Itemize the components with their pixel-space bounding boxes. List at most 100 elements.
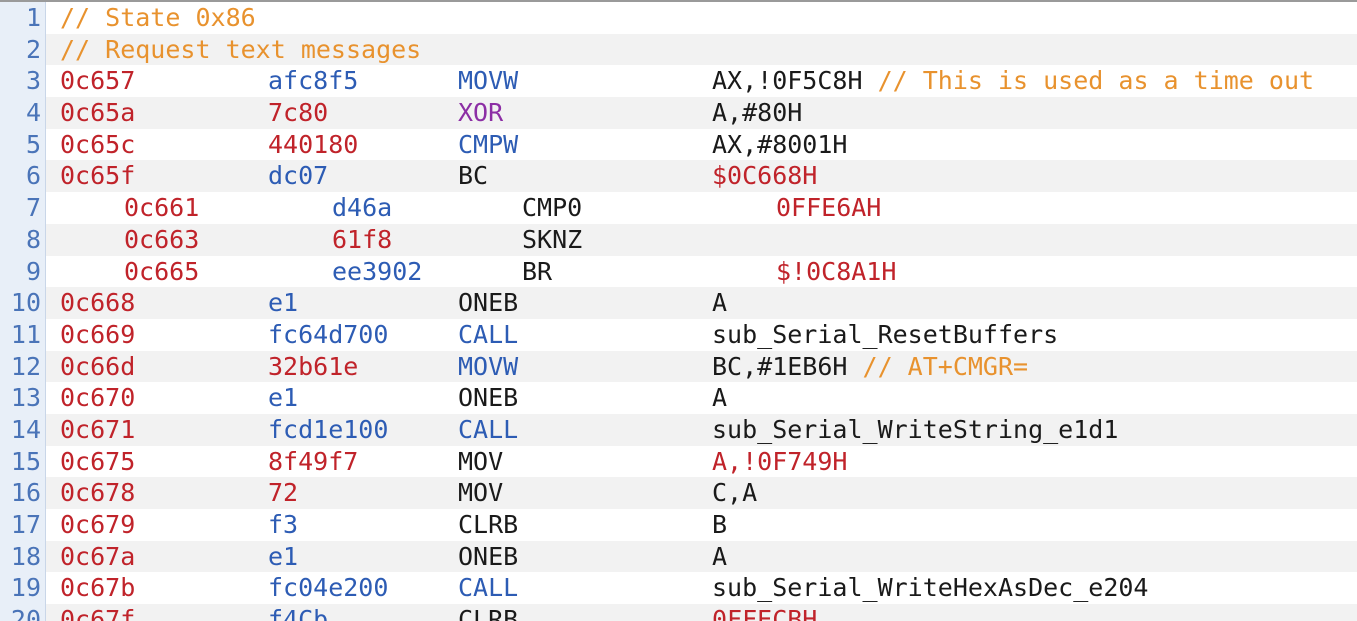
mnemonic: CALL — [458, 319, 519, 349]
mnemonic: MOV — [458, 478, 504, 508]
opcode-bytes: f4Cb — [268, 605, 329, 621]
code-line: 16 0c678 72 MOV C,A — [0, 477, 1357, 509]
address: 0c671 — [60, 414, 136, 444]
address: 0c678 — [60, 478, 136, 508]
operands: sub_Serial_WriteHexAsDec_e204 — [712, 573, 1149, 603]
operand-group: BC,#1EB6H // AT+CMGR= — [712, 351, 1028, 383]
code-line: 9 0c665 ee3902 BR $!0C8A1H — [0, 255, 1357, 288]
address: 0c668 — [60, 288, 136, 318]
opcode-bytes: 72 — [268, 478, 299, 508]
address: 0c679 — [60, 510, 136, 539]
code-line: 11 0c669 fc64d700 CALL sub_Serial_ResetB… — [0, 318, 1357, 351]
code-line: 6 0c65f dc07 BC $0C668H — [0, 160, 1357, 193]
address: 0c65c — [60, 129, 136, 159]
code-line: 17 0c679 f3 CLRB B — [0, 509, 1357, 541]
opcode-bytes: e1 — [268, 541, 299, 571]
mnemonic: MOVW — [458, 66, 519, 96]
opcode-bytes: 440180 — [268, 129, 359, 159]
line-number: 12 — [0, 350, 46, 383]
address: 0c66d — [60, 351, 136, 381]
code-line: 8 0c663 61f8 SKNZ — [0, 223, 1357, 256]
operands: C,A — [712, 478, 758, 508]
opcode-bytes: ee3902 — [332, 256, 423, 286]
address: 0c669 — [60, 319, 136, 349]
mnemonic: MOV — [458, 446, 504, 476]
mnemonic: CMP0 — [522, 193, 583, 223]
code-line: 3 0c657 afc8f5 MOVW AX,!0F5C8H // This i… — [0, 65, 1357, 98]
mnemonic: ONEB — [458, 288, 519, 318]
line-number: 20 — [0, 604, 46, 621]
line-number: 14 — [0, 413, 46, 446]
code-line: 13 0c670 e1 ONEB A — [0, 382, 1357, 414]
code-line: 5 0c65c 440180 CMPW AX,#8001H — [0, 128, 1357, 161]
line-number: 10 — [0, 287, 46, 319]
mnemonic: ONEB — [458, 541, 519, 571]
code-line: 18 0c67a e1 ONEB A — [0, 540, 1357, 573]
opcode-bytes: 32b61e — [268, 351, 359, 381]
opcode-bytes: e1 — [268, 383, 299, 413]
operands: 0FFE6AH — [776, 193, 882, 223]
line-number: 13 — [0, 382, 46, 414]
opcode-bytes: f3 — [268, 510, 299, 539]
comment-text: // Request text messages — [60, 34, 422, 64]
mnemonic: CLRB — [458, 510, 519, 539]
address: 0c670 — [60, 383, 136, 413]
opcode-bytes: fc64d700 — [268, 319, 389, 349]
opcode-bytes: afc8f5 — [268, 66, 359, 96]
mnemonic: MOVW — [458, 351, 519, 381]
mnemonic: BC — [458, 161, 489, 191]
address: 0c663 — [124, 224, 200, 254]
opcode-bytes: dc07 — [268, 161, 329, 191]
line-number: 7 — [0, 192, 46, 224]
operands: sub_Serial_WriteString_e1d1 — [712, 414, 1119, 444]
operands: A,#80H — [712, 98, 803, 128]
operands: A — [712, 541, 728, 571]
comment-text: // State 0x86 — [60, 3, 256, 32]
mnemonic: ONEB — [458, 383, 519, 413]
inline-comment: // AT+CMGR= — [847, 351, 1029, 381]
operands: A — [712, 383, 728, 413]
line-number: 19 — [0, 572, 46, 605]
opcode-bytes: 61f8 — [332, 224, 393, 254]
code-line: 1 // State 0x86 — [0, 2, 1357, 34]
line-number: 3 — [0, 65, 46, 98]
code-line: 10 0c668 e1 ONEB A — [0, 287, 1357, 319]
line-number: 1 — [0, 2, 46, 34]
line-number: 2 — [0, 33, 46, 66]
address: 0c661 — [124, 193, 200, 223]
opcode-bytes: e1 — [268, 288, 299, 318]
operands: 0FFECBH — [712, 605, 818, 621]
mnemonic: CALL — [458, 573, 519, 603]
code-line: 14 0c671 fcd1e100 CALL sub_Serial_WriteS… — [0, 413, 1357, 446]
code-line: 15 0c675 8f49f7 MOV A,!0F749H — [0, 445, 1357, 478]
address: 0c657 — [60, 66, 136, 96]
line-number: 5 — [0, 128, 46, 161]
address: 0c65f — [60, 161, 136, 191]
operands: $!0C8A1H — [776, 256, 897, 286]
operands: sub_Serial_ResetBuffers — [712, 319, 1059, 349]
operands: $0C668H — [712, 161, 818, 191]
line-number: 9 — [0, 255, 46, 288]
address: 0c67b — [60, 573, 136, 603]
inline-comment: // This is used as a time out — [862, 66, 1315, 96]
address: 0c67a — [60, 541, 136, 571]
mnemonic: CMPW — [458, 129, 519, 159]
mnemonic: CLRB — [458, 605, 519, 621]
line-number: 18 — [0, 540, 46, 573]
line-number: 11 — [0, 318, 46, 351]
code-line: 20 0c67f f4Cb CLRB 0FFECBH — [0, 604, 1357, 621]
operands: AX,!0F5C8H — [712, 66, 863, 96]
opcode-bytes: d46a — [332, 193, 393, 223]
mnemonic: SKNZ — [522, 224, 583, 254]
address: 0c67f — [60, 605, 136, 621]
line-number: 6 — [0, 160, 46, 193]
line-number: 17 — [0, 509, 46, 541]
line-number: 4 — [0, 97, 46, 129]
address: 0c675 — [60, 446, 136, 476]
mnemonic: CALL — [458, 414, 519, 444]
mnemonic: XOR — [458, 98, 504, 128]
line-number: 8 — [0, 223, 46, 256]
code-line: 12 0c66d 32b61e MOVW BC,#1EB6H // AT+CMG… — [0, 350, 1357, 383]
opcode-bytes: fcd1e100 — [268, 414, 389, 444]
operands: A,!0F749H — [712, 446, 848, 476]
